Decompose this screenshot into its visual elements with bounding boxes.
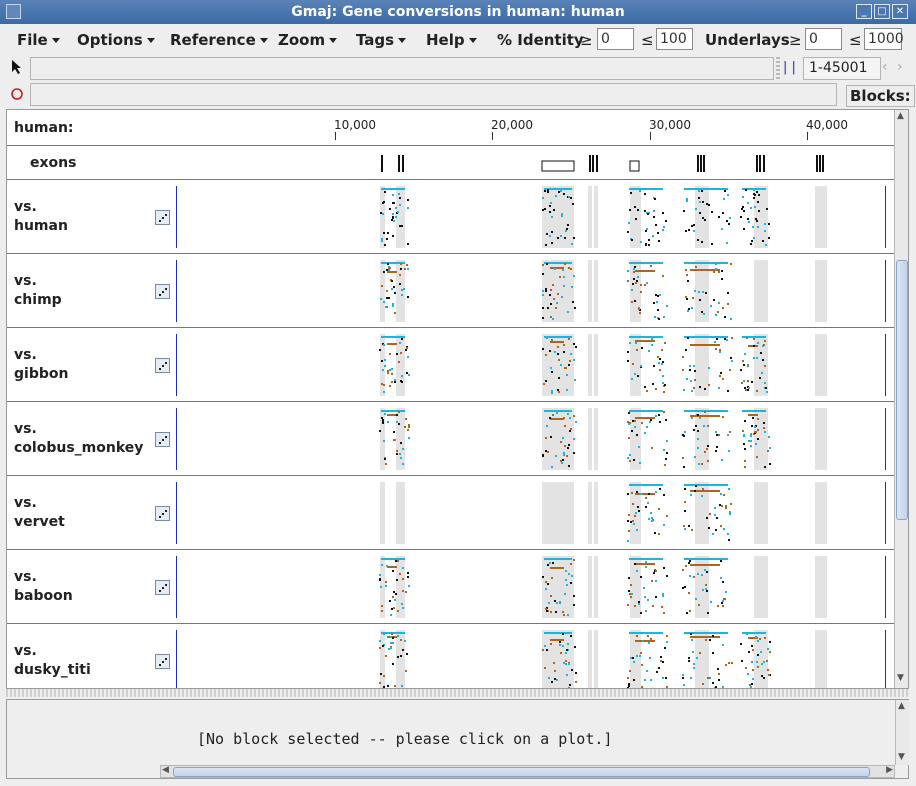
menu-zoom[interactable]: Zoom: [278, 31, 338, 49]
scroll-down-icon[interactable]: ▼: [897, 673, 904, 683]
pointer-arrow-icon[interactable]: [9, 59, 25, 75]
ruler-tick-label: 20,000: [491, 118, 533, 132]
menu-tags[interactable]: Tags: [356, 31, 407, 49]
chevron-down-icon: [468, 38, 477, 43]
horizontal-scrollbar[interactable]: ◀ ▶: [160, 765, 895, 778]
identity-geq: ≥: [580, 31, 593, 49]
scroll-right-icon[interactable]: ›: [897, 59, 910, 78]
scroll-left-icon[interactable]: ‹: [882, 59, 895, 78]
range-marker-icon: | |: [783, 60, 796, 75]
red-circle-icon[interactable]: [9, 87, 25, 103]
chevron-down-icon: [259, 38, 268, 43]
vertical-scroll-thumb[interactable]: [896, 260, 908, 520]
dotplot-canvas[interactable]: [7, 550, 894, 624]
menu-reference[interactable]: Reference: [170, 31, 268, 49]
dotplot-canvas[interactable]: [7, 328, 894, 402]
scroll-up-icon[interactable]: ▲: [898, 701, 905, 711]
dotplot-row[interactable]: vs. dusky_titi: [7, 624, 894, 689]
reference-label: human:: [14, 120, 74, 136]
dotplot-canvas[interactable]: [7, 402, 894, 476]
scroll-right-icon[interactable]: ▶: [886, 765, 893, 775]
scroll-down-icon[interactable]: ▼: [898, 752, 905, 762]
vertical-scrollbar[interactable]: ▲ ▼: [894, 110, 908, 688]
minimize-icon[interactable]: _: [856, 4, 872, 19]
chevron-down-icon: [329, 38, 338, 43]
maximize-icon[interactable]: □: [874, 4, 890, 19]
identity-max-input[interactable]: 100: [656, 28, 693, 50]
dotplot-row[interactable]: vs. human: [7, 180, 894, 254]
underlays-max-input[interactable]: 1000: [864, 28, 904, 50]
plot-panel: human: 10,000 20,000 30,000 40,000 exons: [6, 109, 909, 689]
exon-glyphs: [381, 155, 824, 172]
dotplot-row[interactable]: vs. gibbon: [7, 328, 894, 402]
ruler-tick-label: 40,000: [806, 118, 848, 132]
dotplot-row[interactable]: vs. vervet: [7, 476, 894, 550]
dotplot-canvas[interactable]: [7, 624, 894, 689]
chevron-down-icon: [146, 38, 155, 43]
horizontal-scroll-thumb[interactable]: [173, 767, 870, 777]
title-bar: Gmaj: Gene conversions in human: human _…: [0, 0, 916, 24]
location-bar: [30, 57, 774, 80]
dotplot-row[interactable]: vs. colobus_monkey: [7, 402, 894, 476]
window-title: Gmaj: Gene conversions in human: human: [291, 4, 625, 20]
underlays-geq: ≥: [789, 31, 802, 49]
mark-bar: [30, 83, 837, 106]
chevron-down-icon: [398, 38, 407, 43]
dotplot-row[interactable]: vs. chimp: [7, 254, 894, 328]
close-icon[interactable]: ✕: [892, 4, 908, 19]
dotplot-row[interactable]: vs. baboon: [7, 550, 894, 624]
ruler-tick: [335, 132, 336, 140]
identity-label: % Identity: [497, 31, 584, 49]
exons-track[interactable]: exons: [7, 146, 894, 180]
identity-min-input[interactable]: 0: [597, 28, 634, 50]
ruler-tick: [650, 132, 651, 140]
menu-help[interactable]: Help: [426, 31, 477, 49]
blocks-label[interactable]: Blocks:: [846, 85, 915, 107]
identity-leq: ≤: [641, 31, 654, 49]
scroll-up-icon[interactable]: ▲: [897, 111, 904, 121]
dotplot-canvas[interactable]: [7, 476, 894, 550]
block-text-panel: [No block selected -- please click on a …: [6, 699, 909, 779]
text-vertical-scrollbar[interactable]: ▲ ▼: [895, 700, 909, 765]
underlays-leq: ≤: [849, 31, 862, 49]
menu-file[interactable]: File: [17, 31, 60, 49]
dotplot-canvas[interactable]: [7, 254, 894, 328]
dotplot-canvas[interactable]: [7, 180, 894, 254]
ruler-tick: [492, 132, 493, 140]
chevron-down-icon: [51, 38, 60, 43]
status-message: [No block selected -- please click on a …: [197, 730, 613, 748]
scroll-left-icon[interactable]: ◀: [162, 765, 169, 775]
range-field[interactable]: 1-45001: [803, 57, 881, 80]
underlays-min-input[interactable]: 0: [805, 28, 842, 50]
ruler-tick-label: 10,000: [334, 118, 376, 132]
ruler-header: human: 10,000 20,000 30,000 40,000: [7, 110, 894, 146]
ruler-tick-label: 30,000: [649, 118, 691, 132]
mark-row: Blocks:: [0, 82, 916, 108]
split-pane-divider[interactable]: [6, 689, 909, 697]
grip-icon[interactable]: [776, 57, 780, 80]
ruler-tick: [807, 132, 808, 140]
toolbar-row: | | 1-45001 ‹ ›: [0, 55, 916, 82]
underlays-label: Underlays: [705, 31, 790, 49]
menu-options[interactable]: Options: [77, 31, 155, 49]
menu-bar: File Options Reference Zoom Tags Help % …: [0, 25, 916, 55]
